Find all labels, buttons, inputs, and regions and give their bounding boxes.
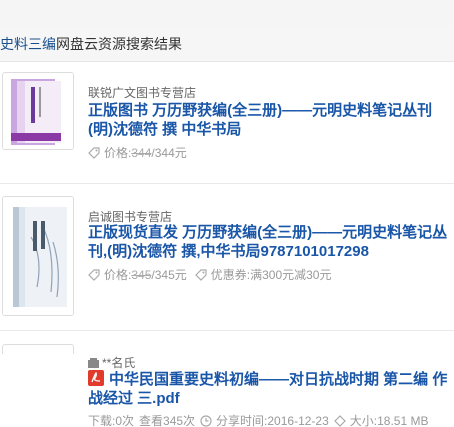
- divider: [0, 330, 454, 331]
- price-row: 价格: 345/345元 优惠券: 满300元减30元: [88, 266, 331, 283]
- coupon-label: 优惠券:: [210, 268, 251, 282]
- pdf-icon: [88, 370, 104, 386]
- file-title: 中华民国重要史料初编——对日抗战时期 第二编 作战经过 三.pdf: [88, 371, 448, 407]
- share-time: 分享时间:2016-12-23: [216, 414, 329, 427]
- coupon-value: 满300元减30元: [250, 268, 332, 282]
- price-label: 价格:: [104, 268, 132, 282]
- uploader-name: **名氏: [102, 356, 136, 370]
- price-original: 345: [131, 267, 152, 282]
- search-keyword: 史料三编: [0, 35, 56, 52]
- user-icon: [88, 357, 99, 368]
- file-size: 大小:18.51 MB: [349, 414, 429, 427]
- page-header: 史料三编 网盘云资源搜索结果: [0, 26, 454, 62]
- result-title-link[interactable]: 正版图书 万历野获编(全三册)——元明史料笔记丛刊(明)沈德符 撰 中华书局: [88, 101, 450, 139]
- divider: [0, 183, 454, 184]
- status-bar: [0, 0, 454, 26]
- price-row: 价格: 344/344元: [88, 144, 187, 161]
- price-tag-icon: [88, 146, 100, 159]
- clock-icon: [200, 414, 212, 427]
- page-title: 网盘云资源搜索结果: [56, 35, 182, 52]
- shop-name: 联锐广文图书专营店: [88, 86, 197, 100]
- price-current: 345元: [154, 268, 187, 282]
- download-count: 下载:0次: [88, 414, 135, 427]
- file-thumbnail[interactable]: [2, 344, 74, 354]
- file-stats-row: 下载:0次 查看345次 分享时间:2016-12-23 大小:18.51 MB: [88, 412, 428, 427]
- view-count: 查看345次: [139, 414, 196, 427]
- coupon-tag-icon: [194, 268, 207, 281]
- size-icon: [333, 414, 346, 427]
- result-title-link[interactable]: 中华民国重要史料初编——对日抗战时期 第二编 作战经过 三.pdf: [88, 370, 450, 408]
- book-cover-thumbnail[interactable]: [2, 72, 74, 150]
- price-tag-icon: [88, 268, 100, 281]
- price-label: 价格:: [104, 146, 132, 160]
- price-current: 344元: [154, 146, 187, 160]
- result-title-link[interactable]: 正版现货直发 万历野获编(全三册)——元明史料笔记丛刊,(明)沈德符 撰,中华书…: [88, 223, 450, 261]
- uploader-row: **名氏: [88, 354, 135, 371]
- book-cover-thumbnail[interactable]: [2, 196, 74, 316]
- price-original: 344: [131, 145, 152, 160]
